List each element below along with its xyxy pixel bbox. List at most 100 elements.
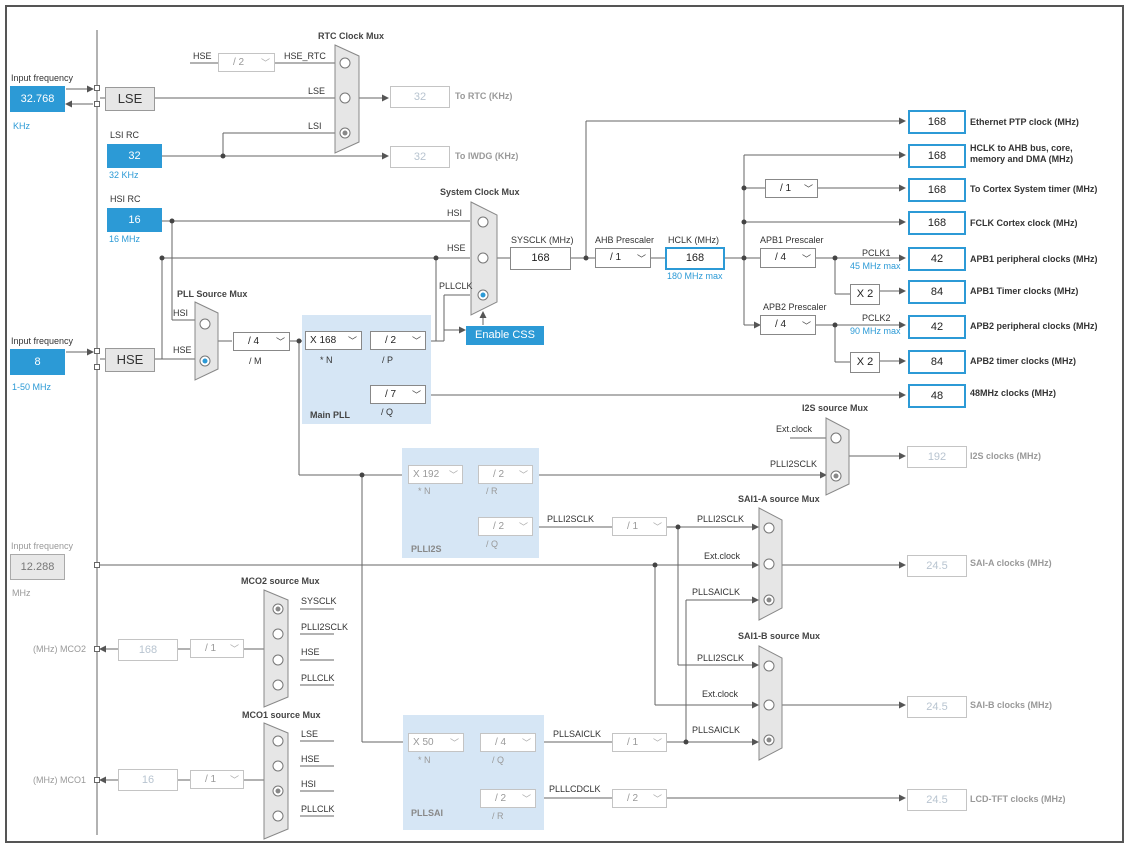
pllsai-q-divider-select[interactable]: / 4 ﹀ <box>480 733 536 752</box>
pllsai-q-post-divider-select[interactable]: / 1 ﹀ <box>612 733 667 752</box>
rtc-clock-value: 32 <box>390 86 450 108</box>
pll-m-divider-select[interactable]: / 4 ﹀ <box>233 332 290 351</box>
apb2-peripheral-value[interactable]: 42 <box>908 315 966 339</box>
ahb-prescaler-select[interactable]: / 1 ﹀ <box>595 248 651 268</box>
mco2-value: 168 <box>118 639 178 661</box>
ext-input-frequency[interactable]: 12.288 <box>10 554 65 580</box>
lse-oscillator[interactable]: LSE <box>105 87 155 111</box>
ext-input-unit: MHz <box>12 588 31 598</box>
lsi-rc-title: LSI RC <box>110 130 140 140</box>
main-pll-q-divider-select[interactable]: / 7 ﹀ <box>370 385 426 404</box>
pin <box>94 348 100 354</box>
chevron-down-icon: ﹀ <box>229 775 239 785</box>
pllsaiclk-out-label: PLLSAICLK <box>553 729 602 739</box>
mco2-divider-select[interactable]: / 1 ﹀ <box>190 639 244 658</box>
rtc-clock-label: To RTC (KHz) <box>455 91 513 101</box>
ethernet-ptp-value[interactable]: 168 <box>908 110 966 134</box>
sai-a-mux-title: SAI1-A source Mux <box>738 494 820 504</box>
chevron-down-icon: ﹀ <box>803 184 813 194</box>
hclk-ahb-label: HCLK to AHB bus, core, <box>970 143 1073 153</box>
48mhz-clock-value[interactable]: 48 <box>908 384 966 408</box>
mco1-pllclk-label: PLLCLK <box>301 804 335 814</box>
chevron-down-icon: ﹀ <box>636 254 646 264</box>
pllsai-r-post-divider-select[interactable]: / 2 ﹀ <box>612 789 667 808</box>
fclk-value[interactable]: 168 <box>908 211 966 235</box>
main-pll-title: Main PLL <box>310 410 350 420</box>
main-pll-n-label: * N <box>320 355 333 365</box>
chevron-down-icon: ﹀ <box>347 336 357 346</box>
hse-input-range: 1-50 MHz <box>12 382 52 392</box>
apb2-max: 90 MHz max <box>850 326 901 336</box>
main-pll-p-divider-select[interactable]: / 2 ﹀ <box>370 331 426 350</box>
ext-input-label: Input frequency <box>11 541 74 551</box>
lse-input-frequency[interactable]: 32.768 <box>10 86 65 112</box>
apb1-prescaler-select[interactable]: / 4 ﹀ <box>760 248 816 268</box>
chevron-down-icon: ﹀ <box>521 738 531 748</box>
hsi-rc-freq: 16 MHz <box>109 234 141 244</box>
pllsai-n-multiplier-select[interactable]: X 50 ﹀ <box>408 733 464 752</box>
fclk-label: FCLK Cortex clock (MHz) <box>970 218 1078 228</box>
sai-a-clock-value: 24.5 <box>907 555 967 577</box>
lcd-tft-clock-value: 24.5 <box>907 789 967 811</box>
chevron-down-icon: ﹀ <box>521 794 531 804</box>
sysclk-value: 168 <box>510 247 571 270</box>
hclk-value[interactable]: 168 <box>665 247 725 270</box>
chevron-down-icon: ﹀ <box>448 470 458 480</box>
pin <box>94 85 100 91</box>
hse-rtc-label: HSE_RTC <box>284 51 326 61</box>
pll-source-mux-shape <box>194 301 219 381</box>
pclk1-label: PCLK1 <box>862 248 891 258</box>
hsi-rc-title: HSI RC <box>110 194 141 204</box>
hse-input-label: Input frequency <box>11 336 74 346</box>
hse-input-frequency[interactable]: 8 <box>10 349 65 375</box>
apb1-timer-value[interactable]: 84 <box>908 280 966 304</box>
apb2-prescaler-select[interactable]: / 4 ﹀ <box>760 315 816 335</box>
sai-b-clock-value: 24.5 <box>907 696 967 718</box>
i2s-mux-shape <box>825 417 850 496</box>
sysclk-mux-hsi-label: HSI <box>447 208 463 218</box>
lse-input-label: Input frequency <box>11 73 74 83</box>
chevron-down-icon: ﹀ <box>801 254 811 264</box>
mco1-divider-select[interactable]: / 1 ﹀ <box>190 770 244 789</box>
plli2s-n-multiplier-select[interactable]: X 192 ﹀ <box>408 465 463 484</box>
chevron-down-icon: ﹀ <box>411 336 421 346</box>
pll-m-label: / M <box>249 356 262 366</box>
plli2s-r-divider-select[interactable]: / 2 ﹀ <box>478 465 533 484</box>
sai-b-plli2sclk-label: PLLI2SCLK <box>697 653 745 663</box>
apb2-peripheral-label: APB2 peripheral clocks (MHz) <box>970 321 1098 331</box>
apb2-timer-value[interactable]: 84 <box>908 350 966 374</box>
sai-a-clock-label: SAI-A clocks (MHz) <box>970 558 1052 568</box>
lsi-rc-freq: 32 KHz <box>109 170 139 180</box>
iwdg-clock-value: 32 <box>390 146 450 168</box>
mco2-sysclk-label: SYSCLK <box>301 596 337 606</box>
mco1-hsi-label: HSI <box>301 779 317 789</box>
i2s-plli2sclk-label: PLLI2SCLK <box>770 459 818 469</box>
mco1-lse-label: LSE <box>301 729 319 739</box>
sai-b-pllsaiclk-label: PLLSAICLK <box>692 725 741 735</box>
sai-b-mux-title: SAI1-B source Mux <box>738 631 821 641</box>
plli2sclk-out-label: PLLI2SCLK <box>547 514 595 524</box>
enable-css-button[interactable]: Enable CSS <box>466 326 544 345</box>
hclk-ahb-value[interactable]: 168 <box>908 144 966 168</box>
rtc-hse-divider-select[interactable]: / 2 ﹀ <box>218 53 275 72</box>
sai-a-pllsaiclk-label: PLLSAICLK <box>692 587 741 597</box>
apb1-prescaler-label: APB1 Prescaler <box>760 235 824 245</box>
cortex-timer-label: To Cortex System timer (MHz) <box>970 184 1098 194</box>
cortex-timer-value[interactable]: 168 <box>908 178 966 202</box>
cortex-timer-divider-select[interactable]: / 1 ﹀ <box>765 179 818 198</box>
sai-b-clock-label: SAI-B clocks (MHz) <box>970 700 1053 710</box>
sysclk-mux-hse-label: HSE <box>447 243 466 253</box>
chevron-down-icon: ﹀ <box>652 794 662 804</box>
rtc-mux-title: RTC Clock Mux <box>318 31 385 41</box>
apb1-peripheral-value[interactable]: 42 <box>908 247 966 271</box>
hse-oscillator[interactable]: HSE <box>105 348 155 372</box>
main-pll-n-multiplier-select[interactable]: X 168 ﹀ <box>305 331 362 350</box>
chevron-down-icon: ﹀ <box>518 470 528 480</box>
pllsai-n-label: * N <box>418 755 431 765</box>
pllsai-r-divider-select[interactable]: / 2 ﹀ <box>480 789 536 808</box>
chevron-down-icon: ﹀ <box>652 738 662 748</box>
plli2s-q-post-divider-select[interactable]: / 1 ﹀ <box>612 517 667 536</box>
i2s-clock-value: 192 <box>907 446 967 468</box>
ethernet-ptp-label: Ethernet PTP clock (MHz) <box>970 117 1079 127</box>
plli2s-q-divider-select[interactable]: / 2 ﹀ <box>478 517 533 536</box>
